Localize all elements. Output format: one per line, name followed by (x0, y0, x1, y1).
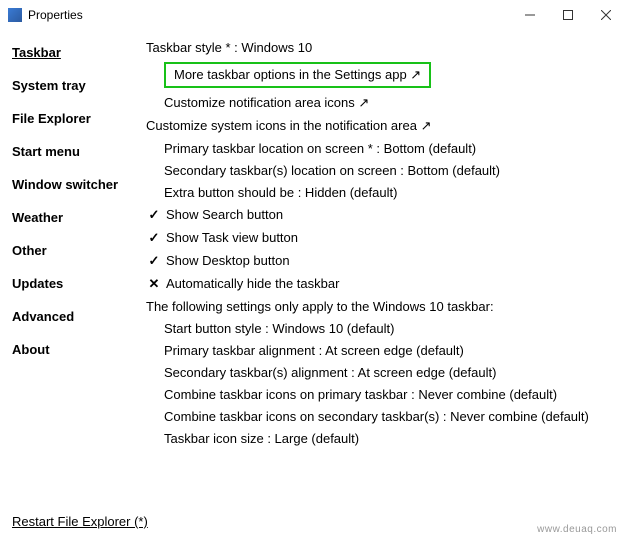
window-controls (511, 0, 625, 30)
settings-app-link[interactable]: More taskbar options in the Settings app… (164, 62, 431, 88)
watermark: www.deuaq.com (537, 524, 617, 535)
sidebar-item-other[interactable]: Other (12, 234, 144, 267)
sidebar: Taskbar System tray File Explorer Start … (12, 34, 144, 449)
sidebar-item-start-menu[interactable]: Start menu (12, 135, 144, 168)
checkmark-icon: ✓ (146, 207, 162, 223)
toggle-label: Show Search button (166, 207, 283, 222)
show-search-toggle[interactable]: ✓ Show Search button (146, 203, 617, 226)
checkmark-icon: ✓ (146, 253, 162, 269)
window-title: Properties (28, 8, 511, 22)
icon-size-setting[interactable]: Taskbar icon size : Large (default) (146, 427, 617, 449)
show-taskview-toggle[interactable]: ✓ Show Task view button (146, 226, 617, 249)
content-area: Taskbar System tray File Explorer Start … (0, 30, 625, 449)
app-icon (8, 8, 22, 22)
secondary-location-setting[interactable]: Secondary taskbar(s) location on screen … (146, 159, 617, 181)
sidebar-item-about[interactable]: About (12, 333, 144, 366)
sidebar-item-advanced[interactable]: Advanced (12, 300, 144, 333)
taskbar-style-setting[interactable]: Taskbar style * : Windows 10 (146, 36, 617, 58)
cross-icon: ✕ (146, 276, 162, 292)
primary-alignment-setting[interactable]: Primary taskbar alignment : At screen ed… (146, 339, 617, 361)
close-button[interactable] (587, 0, 625, 30)
maximize-button[interactable] (549, 0, 587, 30)
sidebar-item-updates[interactable]: Updates (12, 267, 144, 300)
system-icons-link[interactable]: Customize system icons in the notificati… (146, 114, 617, 137)
primary-location-setting[interactable]: Primary taskbar location on screen * : B… (146, 137, 617, 159)
titlebar: Properties (0, 0, 625, 30)
sidebar-item-taskbar[interactable]: Taskbar (12, 36, 144, 69)
extra-button-setting[interactable]: Extra button should be : Hidden (default… (146, 181, 617, 203)
minimize-button[interactable] (511, 0, 549, 30)
checkmark-icon: ✓ (146, 230, 162, 246)
combine-secondary-setting[interactable]: Combine taskbar icons on secondary taskb… (146, 405, 617, 427)
sidebar-item-weather[interactable]: Weather (12, 201, 144, 234)
sidebar-item-file-explorer[interactable]: File Explorer (12, 102, 144, 135)
toggle-label: Show Task view button (166, 230, 298, 245)
auto-hide-toggle[interactable]: ✕ Automatically hide the taskbar (146, 272, 617, 295)
sidebar-item-window-switcher[interactable]: Window switcher (12, 168, 144, 201)
combine-primary-setting[interactable]: Combine taskbar icons on primary taskbar… (146, 383, 617, 405)
highlight-row: More taskbar options in the Settings app… (146, 58, 617, 91)
toggle-label: Automatically hide the taskbar (166, 276, 339, 291)
main-panel: Taskbar style * : Windows 10 More taskba… (144, 34, 625, 449)
notification-icons-link[interactable]: Customize notification area icons ↗ (146, 91, 617, 114)
restart-file-explorer-link[interactable]: Restart File Explorer (*) (12, 514, 148, 529)
show-desktop-toggle[interactable]: ✓ Show Desktop button (146, 249, 617, 272)
toggle-label: Show Desktop button (166, 253, 290, 268)
secondary-alignment-setting[interactable]: Secondary taskbar(s) alignment : At scre… (146, 361, 617, 383)
win10-note: The following settings only apply to the… (146, 295, 617, 317)
sidebar-item-system-tray[interactable]: System tray (12, 69, 144, 102)
start-button-style-setting[interactable]: Start button style : Windows 10 (default… (146, 317, 617, 339)
